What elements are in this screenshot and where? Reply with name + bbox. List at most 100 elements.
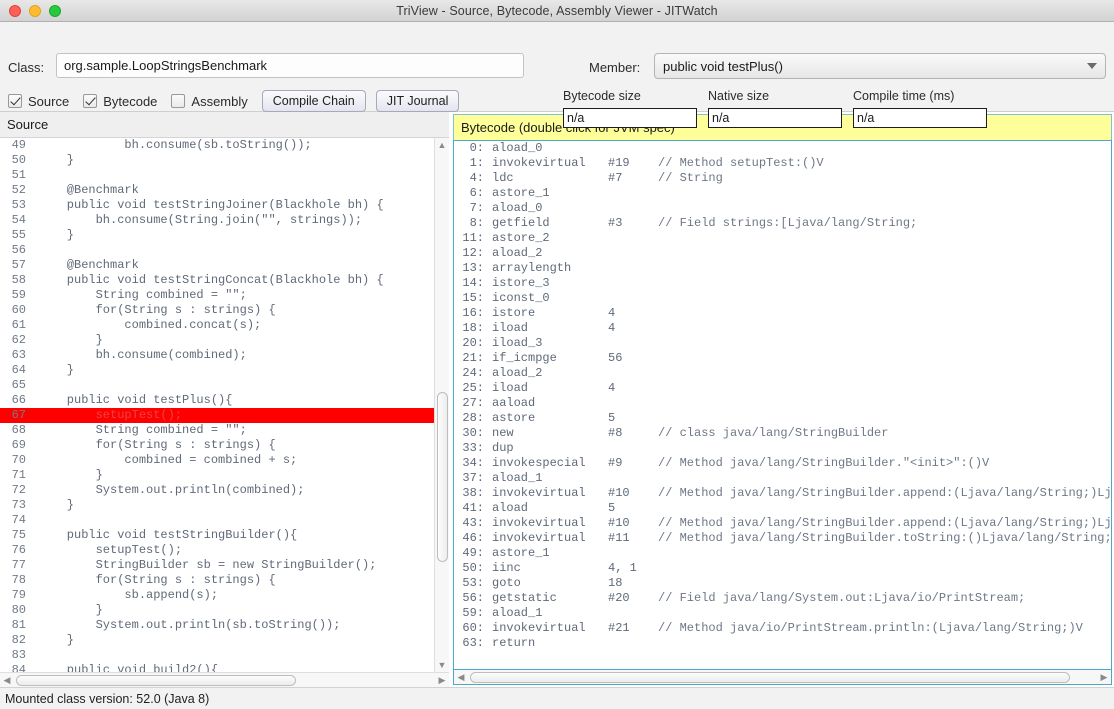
bytecode-line[interactable]: 27: aaload [454, 396, 1111, 411]
source-line[interactable]: 64 } [0, 363, 434, 378]
bytecode-line[interactable]: 11: astore_2 [454, 231, 1111, 246]
source-horizontal-scrollbar[interactable]: ◀ ▶ [0, 672, 449, 687]
bytecode-scroll-left-icon[interactable]: ◀ [454, 672, 468, 683]
bytecode-line[interactable]: 53: goto 18 [454, 576, 1111, 591]
source-line[interactable]: 61 combined.concat(s); [0, 318, 434, 333]
source-line[interactable]: 71 } [0, 468, 434, 483]
bytecode-line[interactable]: 28: astore 5 [454, 411, 1111, 426]
bytecode-line[interactable]: 24: aload_2 [454, 366, 1111, 381]
source-line[interactable]: 81 System.out.println(sb.toString()); [0, 618, 434, 633]
bytecode-line[interactable]: 37: aload_1 [454, 471, 1111, 486]
bytecode-line[interactable]: 1: invokevirtual #19 // Method setupTest:()… [454, 156, 1111, 171]
source-vscroll-track[interactable] [435, 152, 449, 658]
source-line[interactable]: 75 public void testStringBuilder(){ [0, 528, 434, 543]
class-input[interactable] [56, 53, 524, 78]
bytecode-line[interactable]: 6: astore_1 [454, 186, 1111, 201]
checkbox-bytecode[interactable]: Bytecode [83, 94, 157, 109]
source-scroll-right-icon[interactable]: ▶ [435, 675, 449, 686]
checkbox-bytecode-box[interactable] [83, 94, 98, 108]
bytecode-line[interactable]: 59: aload_1 [454, 606, 1111, 621]
source-line[interactable]: 68 String combined = ""; [0, 423, 434, 438]
bytecode-line[interactable]: 16: istore 4 [454, 306, 1111, 321]
bytecode-line[interactable]: 34: invokespecial #9 // Method java/lang/St… [454, 456, 1111, 471]
source-line[interactable]: 62 } [0, 333, 434, 348]
checkbox-assembly[interactable]: Assembly [171, 94, 248, 109]
bytecode-line[interactable]: 7: aload_0 [454, 201, 1111, 216]
source-line[interactable]: 66 public void testPlus(){ [0, 393, 434, 408]
bytecode-line[interactable]: 12: aload_2 [454, 246, 1111, 261]
source-line[interactable]: 67 setupTest(); [0, 408, 434, 423]
bytecode-line[interactable]: 15: iconst_0 [454, 291, 1111, 306]
bytecode-line[interactable]: 21: if_icmpge 56 [454, 351, 1111, 366]
source-line[interactable]: 82 } [0, 633, 434, 648]
source-line[interactable]: 59 String combined = ""; [0, 288, 434, 303]
source-line[interactable]: 60 for(String s : strings) { [0, 303, 434, 318]
source-line[interactable]: 49 bh.consume(sb.toString()); [0, 138, 434, 153]
bytecode-scroll-right-icon[interactable]: ▶ [1097, 672, 1111, 683]
source-line[interactable]: 55 } [0, 228, 434, 243]
bytecode-line[interactable]: 38: invokevirtual #10 // Method java/lang/S… [454, 486, 1111, 501]
source-line[interactable]: 51 [0, 168, 434, 183]
member-dropdown[interactable]: public void testPlus() [654, 53, 1106, 79]
bytecode-line[interactable]: 50: iinc 4, 1 [454, 561, 1111, 576]
bytecode-line[interactable]: 41: aload 5 [454, 501, 1111, 516]
source-vscroll-thumb[interactable] [437, 392, 448, 562]
source-line[interactable]: 80 } [0, 603, 434, 618]
bytecode-line[interactable]: 14: istore_3 [454, 276, 1111, 291]
bytecode-line[interactable]: 20: iload_3 [454, 336, 1111, 351]
source-line[interactable]: 58 public void testStringConcat(Blackhol… [0, 273, 434, 288]
bytecode-line[interactable]: 43: invokevirtual #10 // Method java/lang/S… [454, 516, 1111, 531]
bytecode-code-area[interactable]: 0: aload_0 1: invokevirtual #19 // Method set… [454, 141, 1111, 669]
metric-native-size-value[interactable] [708, 108, 842, 128]
metric-compile-time-value[interactable] [853, 108, 987, 128]
source-line[interactable]: 78 for(String s : strings) { [0, 573, 434, 588]
bytecode-line[interactable]: 13: arraylength [454, 261, 1111, 276]
source-line[interactable]: 74 [0, 513, 434, 528]
source-line[interactable]: 56 [0, 243, 434, 258]
source-line[interactable]: 73 } [0, 498, 434, 513]
source-line[interactable]: 70 combined = combined + s; [0, 453, 434, 468]
source-scroll-up-icon[interactable]: ▲ [438, 138, 447, 152]
bytecode-line[interactable]: 8: getfield #3 // Field strings:[Ljava/lang… [454, 216, 1111, 231]
metric-bytecode-size-value[interactable] [563, 108, 697, 128]
compile-chain-button[interactable]: Compile Chain [261, 90, 366, 112]
source-line[interactable]: 84 public void build2(){ [0, 663, 434, 672]
bytecode-line[interactable]: 18: iload 4 [454, 321, 1111, 336]
source-line[interactable]: 65 [0, 378, 434, 393]
bytecode-line[interactable]: 25: iload 4 [454, 381, 1111, 396]
checkbox-assembly-box[interactable] [171, 94, 186, 108]
source-hscroll-thumb[interactable] [16, 675, 296, 686]
source-line[interactable]: 53 public void testStringJoiner(Blackhol… [0, 198, 434, 213]
source-hscroll-track[interactable] [14, 673, 435, 687]
source-scroll-left-icon[interactable]: ◀ [0, 675, 14, 686]
bytecode-line[interactable]: 33: dup [454, 441, 1111, 456]
bytecode-line[interactable]: 30: new #8 // class java/lang/StringBuilder [454, 426, 1111, 441]
bytecode-line[interactable]: 63: return [454, 636, 1111, 651]
source-vertical-scrollbar[interactable]: ▲ ▼ [434, 138, 449, 672]
bytecode-horizontal-scrollbar[interactable]: ◀ ▶ [453, 670, 1112, 685]
bytecode-line[interactable]: 4: ldc #7 // String [454, 171, 1111, 186]
source-line[interactable]: 77 StringBuilder sb = new StringBuilder(… [0, 558, 434, 573]
checkbox-source-box[interactable] [8, 94, 22, 108]
checkbox-source[interactable]: Source [8, 94, 69, 109]
source-line[interactable]: 76 setupTest(); [0, 543, 434, 558]
source-line[interactable]: 63 bh.consume(combined); [0, 348, 434, 363]
source-scroll-down-icon[interactable]: ▼ [438, 658, 447, 672]
bytecode-line[interactable]: 46: invokevirtual #11 // Method java/lang/S… [454, 531, 1111, 546]
jit-journal-button[interactable]: JIT Journal [375, 90, 460, 112]
source-line[interactable]: 83 [0, 648, 434, 663]
bytecode-hscroll-thumb[interactable] [470, 672, 1070, 683]
bytecode-line[interactable]: 0: aload_0 [454, 141, 1111, 156]
source-code-area[interactable]: 49 bh.consume(sb.toString()); 50 } 51 52 @B… [0, 138, 434, 672]
source-line[interactable]: 52 @Benchmark [0, 183, 434, 198]
source-line[interactable]: 54 bh.consume(String.join("", strings)); [0, 213, 434, 228]
bytecode-line[interactable]: 56: getstatic #20 // Field java/lang/System… [454, 591, 1111, 606]
source-line[interactable]: 57 @Benchmark [0, 258, 434, 273]
bytecode-line[interactable]: 49: astore_1 [454, 546, 1111, 561]
source-line[interactable]: 72 System.out.println(combined); [0, 483, 434, 498]
bytecode-hscroll-track[interactable] [468, 670, 1097, 684]
source-line[interactable]: 69 for(String s : strings) { [0, 438, 434, 453]
source-line[interactable]: 50 } [0, 153, 434, 168]
source-line[interactable]: 79 sb.append(s); [0, 588, 434, 603]
bytecode-line[interactable]: 60: invokevirtual #21 // Method java/io/Pri… [454, 621, 1111, 636]
